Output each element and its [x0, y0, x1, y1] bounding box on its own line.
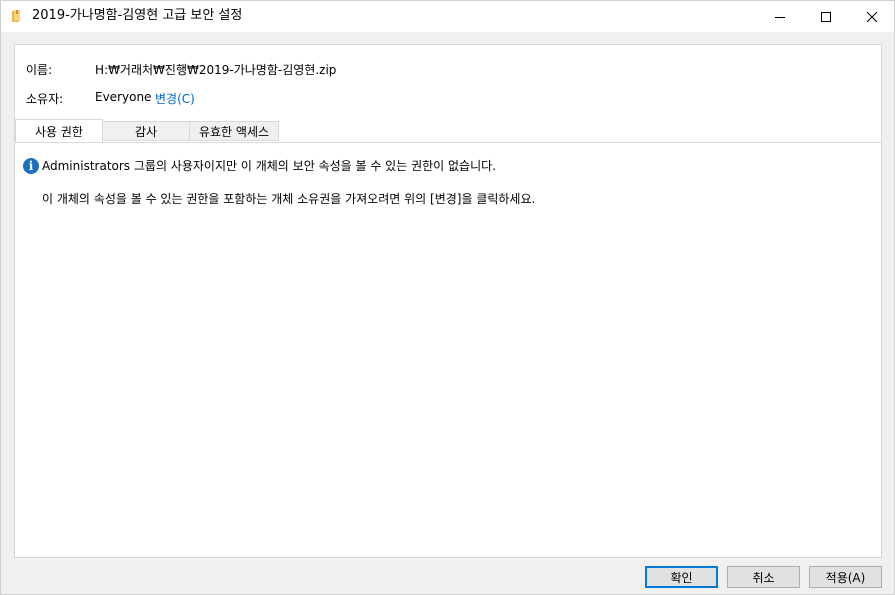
apply-button[interactable]: 적용(A) — [809, 566, 882, 588]
maximize-icon — [821, 11, 831, 22]
close-icon — [867, 11, 877, 22]
title-bar[interactable]: 2019-가나명함-김영현 고급 보안 설정 — [1, 1, 894, 32]
tab-strip: 사용 권한 감사 유효한 액세스 — [15, 119, 881, 143]
info-message: i Administrators 그룹의 사용자이지만 이 개체의 보안 속성을… — [23, 157, 496, 174]
name-value: H:₩거래처₩진행₩2019-가나명함-김영현.zip — [95, 63, 337, 77]
info-message-line2: 이 개체의 속성을 볼 수 있는 권한을 포함하는 개체 소유권을 가져오려면 … — [42, 192, 536, 206]
maximize-button[interactable] — [803, 1, 849, 32]
owner-value: Everyone — [95, 90, 152, 104]
tab-divider — [15, 142, 881, 143]
tab-auditing[interactable]: 감사 — [102, 121, 190, 141]
info-icon: i — [23, 157, 39, 174]
folder-icon — [12, 10, 20, 22]
name-label: 이름: — [26, 63, 53, 77]
tab-permissions[interactable]: 사용 권한 — [15, 119, 103, 142]
owner-label: 소유자: — [26, 92, 64, 106]
advanced-security-settings-window: 2019-가나명함-김영현 고급 보안 설정 이름: H:₩거래처₩진행₩201… — [0, 0, 895, 595]
window-title: 2019-가나명함-김영현 고급 보안 설정 — [32, 8, 243, 23]
cancel-button[interactable]: 취소 — [727, 566, 800, 588]
settings-panel: 이름: H:₩거래처₩진행₩2019-가나명함-김영현.zip 소유자: Eve… — [14, 44, 882, 558]
tab-effective-access[interactable]: 유효한 액세스 — [189, 121, 279, 141]
minimize-icon — [775, 16, 785, 18]
ok-button[interactable]: 확인 — [645, 566, 718, 588]
minimize-button[interactable] — [757, 1, 803, 32]
info-message-line1: Administrators 그룹의 사용자이지만 이 개체의 보안 속성을 볼… — [42, 159, 496, 173]
change-owner-link[interactable]: 변경(C) — [155, 90, 195, 107]
close-button[interactable] — [849, 1, 895, 32]
